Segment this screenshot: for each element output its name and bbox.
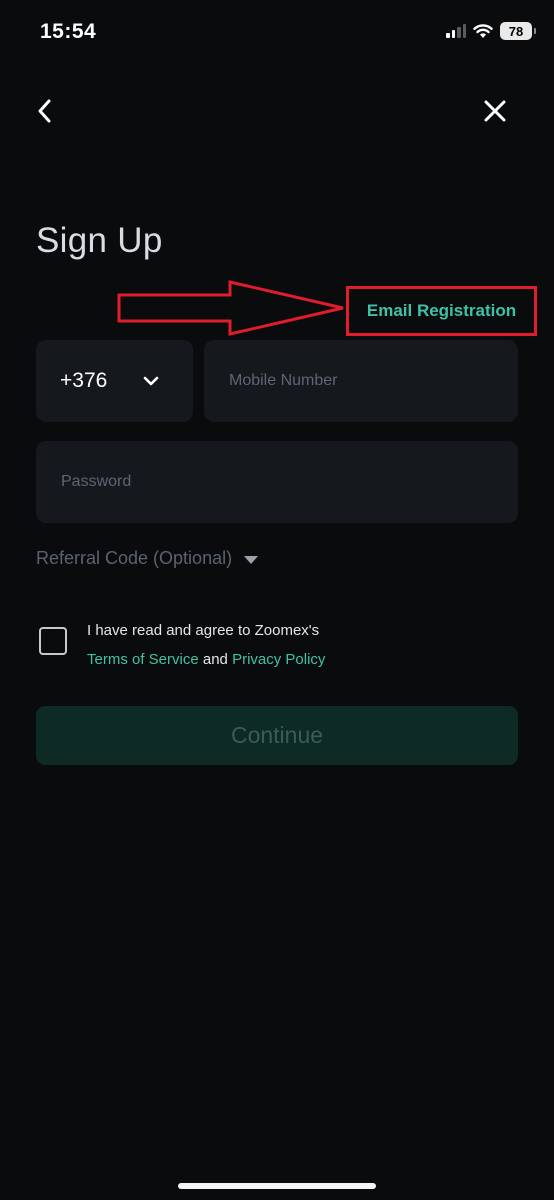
- agreement-links: Terms of Service and Privacy Policy: [87, 651, 325, 668]
- close-icon[interactable]: [480, 96, 510, 126]
- country-code-selector[interactable]: +376: [36, 340, 193, 422]
- password-input[interactable]: [36, 441, 518, 523]
- referral-code-toggle[interactable]: Referral Code (Optional): [36, 548, 259, 569]
- privacy-policy-link[interactable]: Privacy Policy: [232, 651, 325, 668]
- agree-checkbox[interactable]: [39, 627, 67, 655]
- status-icons: 78: [446, 22, 536, 40]
- referral-code-label: Referral Code (Optional): [36, 548, 233, 568]
- mobile-number-field: [204, 340, 518, 422]
- password-field: [36, 441, 518, 523]
- email-registration-link[interactable]: Email Registration: [367, 301, 516, 321]
- annotation-arrow: [117, 280, 344, 336]
- chevron-down-icon: [143, 376, 159, 386]
- continue-button[interactable]: Continue: [36, 706, 518, 765]
- status-time: 15:54: [40, 20, 97, 43]
- country-code-value: +376: [60, 369, 108, 392]
- terms-of-service-link[interactable]: Terms of Service: [87, 651, 199, 668]
- page-title: Sign Up: [36, 221, 163, 260]
- signal-icon: [446, 24, 466, 38]
- agreement-text: I have read and agree to Zoomex's: [87, 622, 320, 639]
- wifi-icon: [473, 23, 493, 38]
- annotation-highlight-box: Email Registration: [346, 286, 537, 336]
- signup-screen: 15:54 78 Sign Up Email Registration +376: [0, 0, 554, 1200]
- battery-icon: 78: [500, 22, 536, 40]
- back-arrow-icon[interactable]: [30, 96, 60, 126]
- caret-down-icon: [244, 555, 259, 564]
- home-indicator: [178, 1183, 376, 1189]
- mobile-number-input[interactable]: [204, 340, 518, 422]
- agreement-and-text: and: [198, 651, 233, 668]
